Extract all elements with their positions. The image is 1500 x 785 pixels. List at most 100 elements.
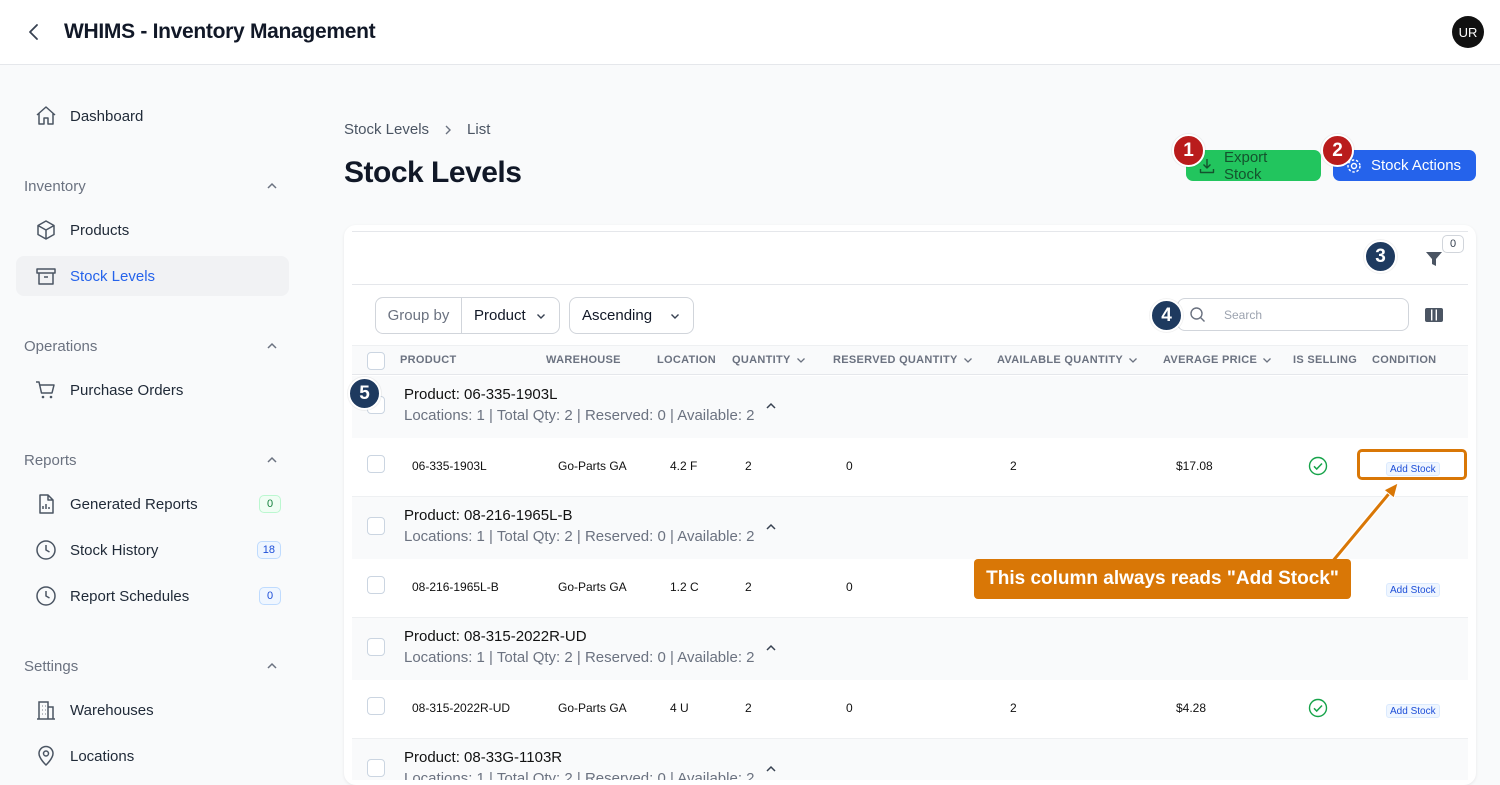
- group-by-value[interactable]: Product: [462, 298, 559, 333]
- sidebar-item-label: Stock Levels: [70, 267, 156, 285]
- chevron-up-icon: [267, 456, 277, 463]
- group-checkbox[interactable]: [367, 759, 385, 777]
- cell-product: 08-216-1965L-B: [412, 580, 499, 594]
- sidebar-item-stock-levels[interactable]: Stock Levels: [16, 256, 289, 296]
- sidebar-group-reports[interactable]: Reports: [24, 448, 279, 472]
- chevron-down-icon: [671, 313, 679, 319]
- sidebar-group-operations[interactable]: Operations: [24, 334, 279, 358]
- row-checkbox[interactable]: [367, 576, 385, 594]
- group-summary: Locations: 1 | Total Qty: 2 | Reserved: …: [404, 770, 755, 780]
- group-by-select[interactable]: Group by Product: [375, 297, 560, 334]
- sidebar-item-generated-reports[interactable]: Generated Reports 0: [16, 484, 289, 524]
- column-header-warehouse[interactable]: WAREHOUSE: [546, 354, 621, 366]
- column-header-quantity[interactable]: QUANTITY: [732, 354, 807, 366]
- top-bar: WHIMS - Inventory Management UR: [0, 0, 1500, 65]
- chevron-down-icon: [1129, 358, 1137, 363]
- cell-warehouse: Go-Parts GA: [558, 701, 627, 715]
- divider: [352, 284, 1468, 285]
- cell-price: $17.08: [1176, 459, 1213, 473]
- chevron-up-icon[interactable]: [763, 761, 779, 777]
- chevron-right-icon: [445, 125, 452, 134]
- map-pin-icon: [38, 745, 54, 767]
- sidebar-group-settings[interactable]: Settings: [24, 654, 279, 678]
- group-checkbox[interactable]: [367, 638, 385, 656]
- column-header-condition[interactable]: CONDITION: [1372, 354, 1436, 366]
- search-input[interactable]: [1224, 305, 1399, 325]
- column-header-product[interactable]: PRODUCT: [400, 354, 457, 366]
- sidebar-item-locations[interactable]: Locations: [16, 736, 289, 776]
- cell-quantity: 2: [745, 459, 752, 473]
- sidebar-item-label: Dashboard: [70, 107, 144, 125]
- annotation-callout: This column always reads "Add Stock": [974, 559, 1351, 599]
- group-header-row: Product: 08-216-1965L-B Locations: 1 | T…: [352, 497, 1468, 559]
- group-checkbox[interactable]: [367, 517, 385, 535]
- search-box: [1177, 298, 1409, 331]
- columns-icon[interactable]: [1423, 304, 1445, 326]
- export-stock-button[interactable]: Export Stock: [1186, 149, 1321, 183]
- avatar[interactable]: UR: [1452, 16, 1484, 48]
- add-stock-button[interactable]: Add Stock: [1386, 583, 1440, 597]
- annotation-highlight-box: [1357, 449, 1467, 480]
- sidebar-item-report-schedules[interactable]: Report Schedules 0: [16, 576, 289, 616]
- sidebar-item-label: Generated Reports: [70, 495, 198, 513]
- column-header-available-quantity[interactable]: AVAILABLE QUANTITY: [997, 354, 1139, 366]
- back-arrow-icon[interactable]: [22, 20, 46, 44]
- row-checkbox[interactable]: [367, 697, 385, 715]
- sidebar-item-label: Report Schedules: [70, 587, 190, 605]
- column-header-average-price[interactable]: AVERAGE PRICE: [1163, 354, 1273, 366]
- sidebar-group-label: Settings: [24, 657, 79, 675]
- divider: [352, 231, 1468, 232]
- cell-reserved: 0: [846, 459, 853, 473]
- filter-icon[interactable]: [1423, 248, 1445, 270]
- cell-product: 08-315-2022R-UD: [412, 701, 511, 715]
- column-header-is-selling[interactable]: IS SELLING: [1293, 354, 1357, 366]
- count-badge: 18: [256, 541, 281, 559]
- sort-direction-select[interactable]: Ascending: [569, 297, 694, 334]
- table-header: PRODUCT WAREHOUSE LOCATION QUANTITY RESE…: [352, 345, 1468, 375]
- chevron-up-icon[interactable]: [763, 398, 779, 414]
- chevron-down-icon: [796, 358, 805, 363]
- add-stock-button[interactable]: Add Stock: [1386, 704, 1440, 718]
- group-header-row: Product: 06-335-1903L Locations: 1 | Tot…: [352, 376, 1468, 438]
- cell-location: 1.2 C: [670, 580, 699, 594]
- row-checkbox[interactable]: [367, 455, 385, 473]
- cell-warehouse: Go-Parts GA: [558, 580, 627, 594]
- cell-product: 06-335-1903L: [412, 459, 487, 473]
- chevron-up-icon[interactable]: [763, 640, 779, 656]
- group-summary: Locations: 1 | Total Qty: 2 | Reserved: …: [404, 649, 755, 666]
- count-badge: 0: [259, 587, 281, 605]
- select-all-checkbox[interactable]: [367, 352, 385, 370]
- check-circle-icon: [1308, 698, 1328, 718]
- sidebar-group-inventory[interactable]: Inventory: [24, 174, 279, 198]
- column-header-reserved-quantity[interactable]: RESERVED QUANTITY: [833, 354, 974, 366]
- group-header-row: Product: 08-33G-1103R Locations: 1 | Tot…: [352, 739, 1468, 780]
- annotation-marker-3: 3: [1364, 240, 1397, 273]
- sidebar-item-dashboard[interactable]: Dashboard: [16, 96, 289, 136]
- chevron-down-icon: [963, 358, 972, 363]
- cell-available: 2: [1010, 459, 1017, 473]
- group-by-value-text: Product: [474, 307, 526, 324]
- group-title: Product: 08-33G-1103R: [404, 749, 563, 766]
- chevron-down-icon: [537, 313, 545, 319]
- building-icon: [37, 701, 55, 720]
- column-header-location[interactable]: LOCATION: [657, 354, 716, 366]
- cell-quantity: 2: [745, 580, 752, 594]
- cell-available: 2: [1010, 701, 1017, 715]
- sidebar-item-products[interactable]: Products: [16, 210, 289, 250]
- sidebar-item-stock-history[interactable]: Stock History 18: [16, 530, 289, 570]
- cell-reserved: 0: [846, 701, 853, 715]
- clock-icon: [36, 540, 56, 560]
- sidebar-group-label: Inventory: [24, 177, 86, 195]
- cell-price: $4.28: [1176, 701, 1207, 715]
- shopping-cart-icon: [36, 381, 55, 399]
- group-summary: Locations: 1 | Total Qty: 2 | Reserved: …: [404, 407, 755, 424]
- sidebar-item-purchase-orders[interactable]: Purchase Orders: [16, 370, 289, 410]
- breadcrumb-root[interactable]: Stock Levels: [344, 121, 429, 138]
- sidebar-item-label: Locations: [70, 747, 135, 765]
- chevron-up-icon[interactable]: [763, 519, 779, 535]
- sidebar-item-warehouses[interactable]: Warehouses: [16, 690, 289, 730]
- annotation-arrow-icon: [1329, 482, 1399, 565]
- stock-actions-button[interactable]: Stock Actions: [1333, 150, 1476, 181]
- breadcrumb: Stock Levels List: [344, 121, 490, 138]
- chevron-down-icon: [1263, 358, 1272, 363]
